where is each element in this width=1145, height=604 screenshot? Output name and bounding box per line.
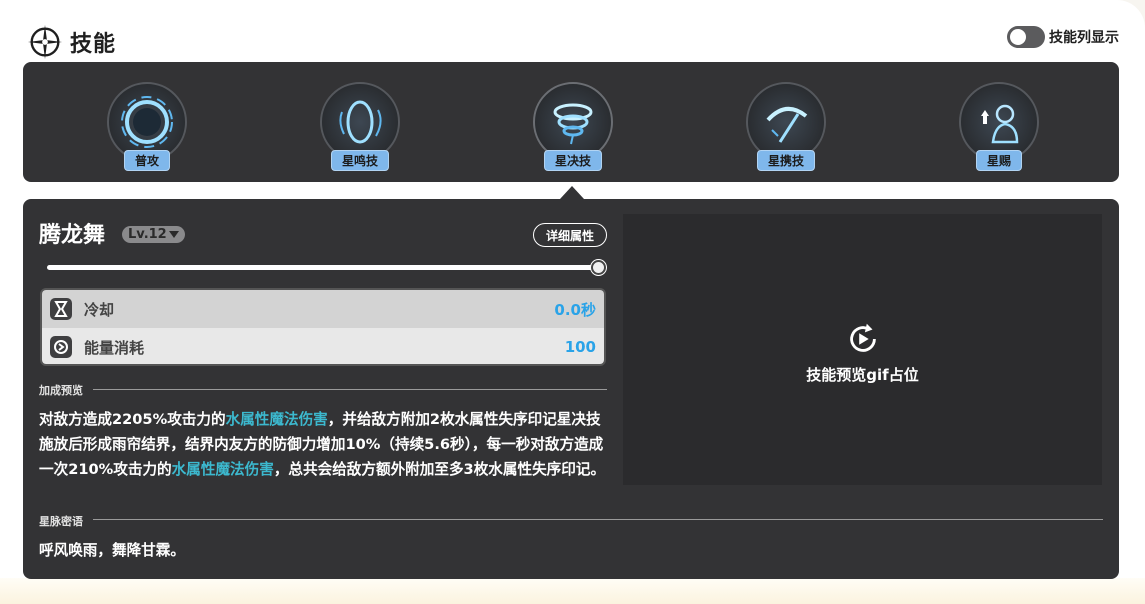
skill-label: 星鸣技 <box>330 150 390 171</box>
energy-icon <box>50 336 72 358</box>
ring-icon <box>121 96 173 148</box>
skill-detail-panel: 腾龙舞 Lv.12 详细属性 冷却 0.0秒 能量消耗 100 加成预览 对敌方… <box>23 199 1119 579</box>
vortex-icon <box>553 103 593 145</box>
section-divider <box>93 389 607 390</box>
skill-tab-link[interactable]: 星携技 <box>744 80 828 174</box>
level-value: Lv.12 <box>128 227 167 242</box>
stat-row-cooldown: 冷却 0.0秒 <box>42 290 604 328</box>
level-dropdown[interactable]: Lv.12 <box>122 226 185 243</box>
stat-row-energy: 能量消耗 100 <box>42 328 604 364</box>
level-slider-thumb[interactable] <box>591 260 606 275</box>
skill-tab-basic[interactable]: 普攻 <box>105 80 189 174</box>
slash-icon <box>766 107 808 143</box>
star-compass-logo-icon <box>27 24 63 60</box>
skill-tab-ultimate[interactable]: 星决技 <box>531 80 615 174</box>
skill-label: 星赐 <box>975 150 1023 171</box>
column-display-toggle[interactable]: 技能列显示 <box>1007 26 1119 48</box>
toggle-switch[interactable] <box>1007 26 1045 48</box>
lore-section-label: 星脉密语 <box>39 515 83 528</box>
active-tab-pointer <box>560 186 584 199</box>
header: 技能 <box>26 22 116 62</box>
skill-label: 星决技 <box>543 150 603 171</box>
stat-value: 100 <box>564 338 596 356</box>
skill-tab-resonance[interactable]: 星鸣技 <box>318 80 402 174</box>
skill-label: 星携技 <box>756 150 816 171</box>
level-slider-track[interactable] <box>47 265 599 270</box>
hourglass-icon <box>50 298 72 320</box>
description-text: ，总共会给敌方额外附加至多3枚水属性失序印记。 <box>273 461 606 478</box>
preview-placeholder-text: 技能预览gif占位 <box>806 366 919 384</box>
skill-tab-bar: 普攻 星鸣技 星决技 星携技 星赐 <box>23 62 1119 182</box>
skill-preview-placeholder: 技能预览gif占位 <box>623 214 1102 485</box>
stat-label: 冷却 <box>84 300 115 319</box>
description-highlight: 水属性魔法伤害 <box>171 461 274 478</box>
detail-attributes-button[interactable]: 详细属性 <box>533 223 607 247</box>
toggle-label: 技能列显示 <box>1049 30 1119 46</box>
stat-label: 能量消耗 <box>84 338 145 357</box>
lore-text: 呼风唤雨，舞降甘霖。 <box>39 542 185 559</box>
replay-icon <box>849 323 876 352</box>
stats-table: 冷却 0.0秒 能量消耗 100 <box>40 288 606 366</box>
section-divider <box>93 519 1103 520</box>
stat-value: 0.0秒 <box>554 300 596 319</box>
description-highlight: 水属性魔法伤害 <box>225 411 328 428</box>
description-text: 对敌方造成2205%攻击力的 <box>39 411 226 428</box>
wisp-icon <box>339 100 382 144</box>
bonus-section-label: 加成预览 <box>39 384 83 397</box>
skill-label: 普攻 <box>123 150 171 171</box>
bottom-strip <box>0 578 1145 604</box>
app-frame: 技能 技能列显示 普攻 星鸣技 星决技 星携技 星赐 腾龙舞 Lv.12 详细属… <box>0 0 1145 604</box>
page-title: 技能 <box>70 32 117 57</box>
skill-name: 腾龙舞 <box>39 223 106 248</box>
skill-tab-blessing[interactable]: 星赐 <box>957 80 1041 174</box>
toggle-knob <box>1010 29 1026 45</box>
chevron-down-icon <box>168 231 179 238</box>
skill-description: 对敌方造成2205%攻击力的水属性魔法伤害，并给敌方附加2枚水属性失序印记星决技… <box>39 407 614 482</box>
portrait-icon <box>981 104 1019 144</box>
